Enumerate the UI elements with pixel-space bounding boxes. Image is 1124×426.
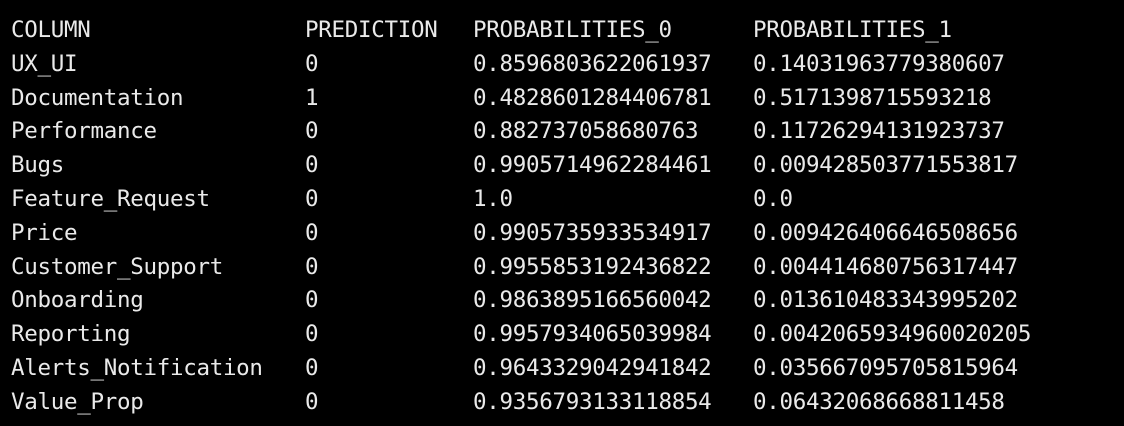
- probability-1-cell: 0.5171398715593218: [753, 84, 992, 111]
- probability-1-cell: 0.013610483343995202: [753, 287, 1018, 314]
- table-row: Documentation 1 0.4828601284406781 0.517…: [11, 82, 1124, 116]
- table-row: Customer_Support 0 0.9955853192436822 0.…: [11, 251, 1124, 285]
- probability-1-cell: 0.035667095705815964: [753, 354, 1018, 381]
- probability-0-cell: 0.9356793133118854: [473, 388, 712, 415]
- probability-0-cell: 0.9863895166560042: [473, 287, 712, 314]
- column-name-cell: Alerts_Notification: [11, 354, 263, 381]
- column-name-cell: Reporting: [11, 321, 131, 348]
- column-name-cell: Feature_Request: [11, 185, 210, 212]
- probability-0-cell: 0.9905735933534917: [473, 219, 712, 246]
- probability-1-cell: 0.009428503771553817: [753, 152, 1018, 179]
- probability-1-cell: 0.11726294131923737: [753, 118, 1005, 145]
- column-name-cell: Documentation: [11, 84, 184, 111]
- probability-1-cell: 0.009426406646508656: [753, 219, 1018, 246]
- probability-0-cell: 0.8596803622061937: [473, 50, 712, 77]
- table-row: Bugs 0 0.9905714962284461 0.009428503771…: [11, 149, 1124, 183]
- header-probabilities-0: PROBABILITIES_0: [473, 17, 672, 43]
- terminal-output: COLUMN PREDICTION PROBABILITIES_0 PROBAB…: [0, 0, 1124, 426]
- probability-0-cell: 0.9643329042941842: [473, 354, 712, 381]
- probability-0-cell: 0.4828601284406781: [473, 84, 712, 111]
- prediction-cell: 0: [305, 388, 319, 415]
- probability-1-cell: 0.06432068668811458: [753, 388, 1005, 415]
- table-row: Alerts_Notification 0 0.9643329042941842…: [11, 352, 1124, 386]
- prediction-cell: 0: [305, 185, 319, 212]
- table-row: Feature_Request 0 1.0 0.0: [11, 183, 1124, 217]
- probability-0-cell: 1.0: [473, 185, 513, 212]
- header-column: COLUMN: [11, 17, 91, 43]
- probability-0-cell: 0.9955853192436822: [473, 253, 712, 280]
- prediction-cell: 0: [305, 253, 319, 280]
- probability-1-cell: 0.0042065934960020205: [753, 321, 1032, 348]
- header-probabilities-1: PROBABILITIES_1: [753, 17, 952, 43]
- header-prediction: PREDICTION: [305, 17, 438, 43]
- column-name-cell: UX_UI: [11, 50, 78, 77]
- probability-0-cell: 0.9905714962284461: [473, 152, 712, 179]
- column-name-cell: Price: [11, 219, 78, 246]
- table-row: Reporting 0 0.9957934065039984 0.0042065…: [11, 318, 1124, 352]
- column-name-cell: Value_Prop: [11, 388, 144, 415]
- probability-0-cell: 0.9957934065039984: [473, 321, 712, 348]
- table-row: Onboarding 0 0.9863895166560042 0.013610…: [11, 284, 1124, 318]
- table-header-row: COLUMN PREDICTION PROBABILITIES_0 PROBAB…: [11, 14, 1124, 48]
- column-name-cell: Bugs: [11, 152, 64, 179]
- column-name-cell: Customer_Support: [11, 253, 223, 280]
- prediction-cell: 0: [305, 354, 319, 381]
- prediction-cell: 1: [305, 84, 319, 111]
- probability-1-cell: 0.0: [753, 185, 793, 212]
- table-row: UX_UI 0 0.8596803622061937 0.14031963779…: [11, 48, 1124, 82]
- probability-0-cell: 0.882737058680763: [473, 118, 699, 145]
- table-row: Performance 0 0.882737058680763 0.117262…: [11, 115, 1124, 149]
- prediction-cell: 0: [305, 219, 319, 246]
- probability-1-cell: 0.14031963779380607: [753, 50, 1005, 77]
- prediction-cell: 0: [305, 152, 319, 179]
- table-row: Value_Prop 0 0.9356793133118854 0.064320…: [11, 386, 1124, 420]
- prediction-cell: 0: [305, 287, 319, 314]
- column-name-cell: Onboarding: [11, 287, 144, 314]
- probability-1-cell: 0.004414680756317447: [753, 253, 1018, 280]
- table-row: Price 0 0.9905735933534917 0.00942640664…: [11, 217, 1124, 251]
- prediction-cell: 0: [305, 321, 319, 348]
- column-name-cell: Performance: [11, 118, 157, 145]
- prediction-cell: 0: [305, 50, 319, 77]
- prediction-cell: 0: [305, 118, 319, 145]
